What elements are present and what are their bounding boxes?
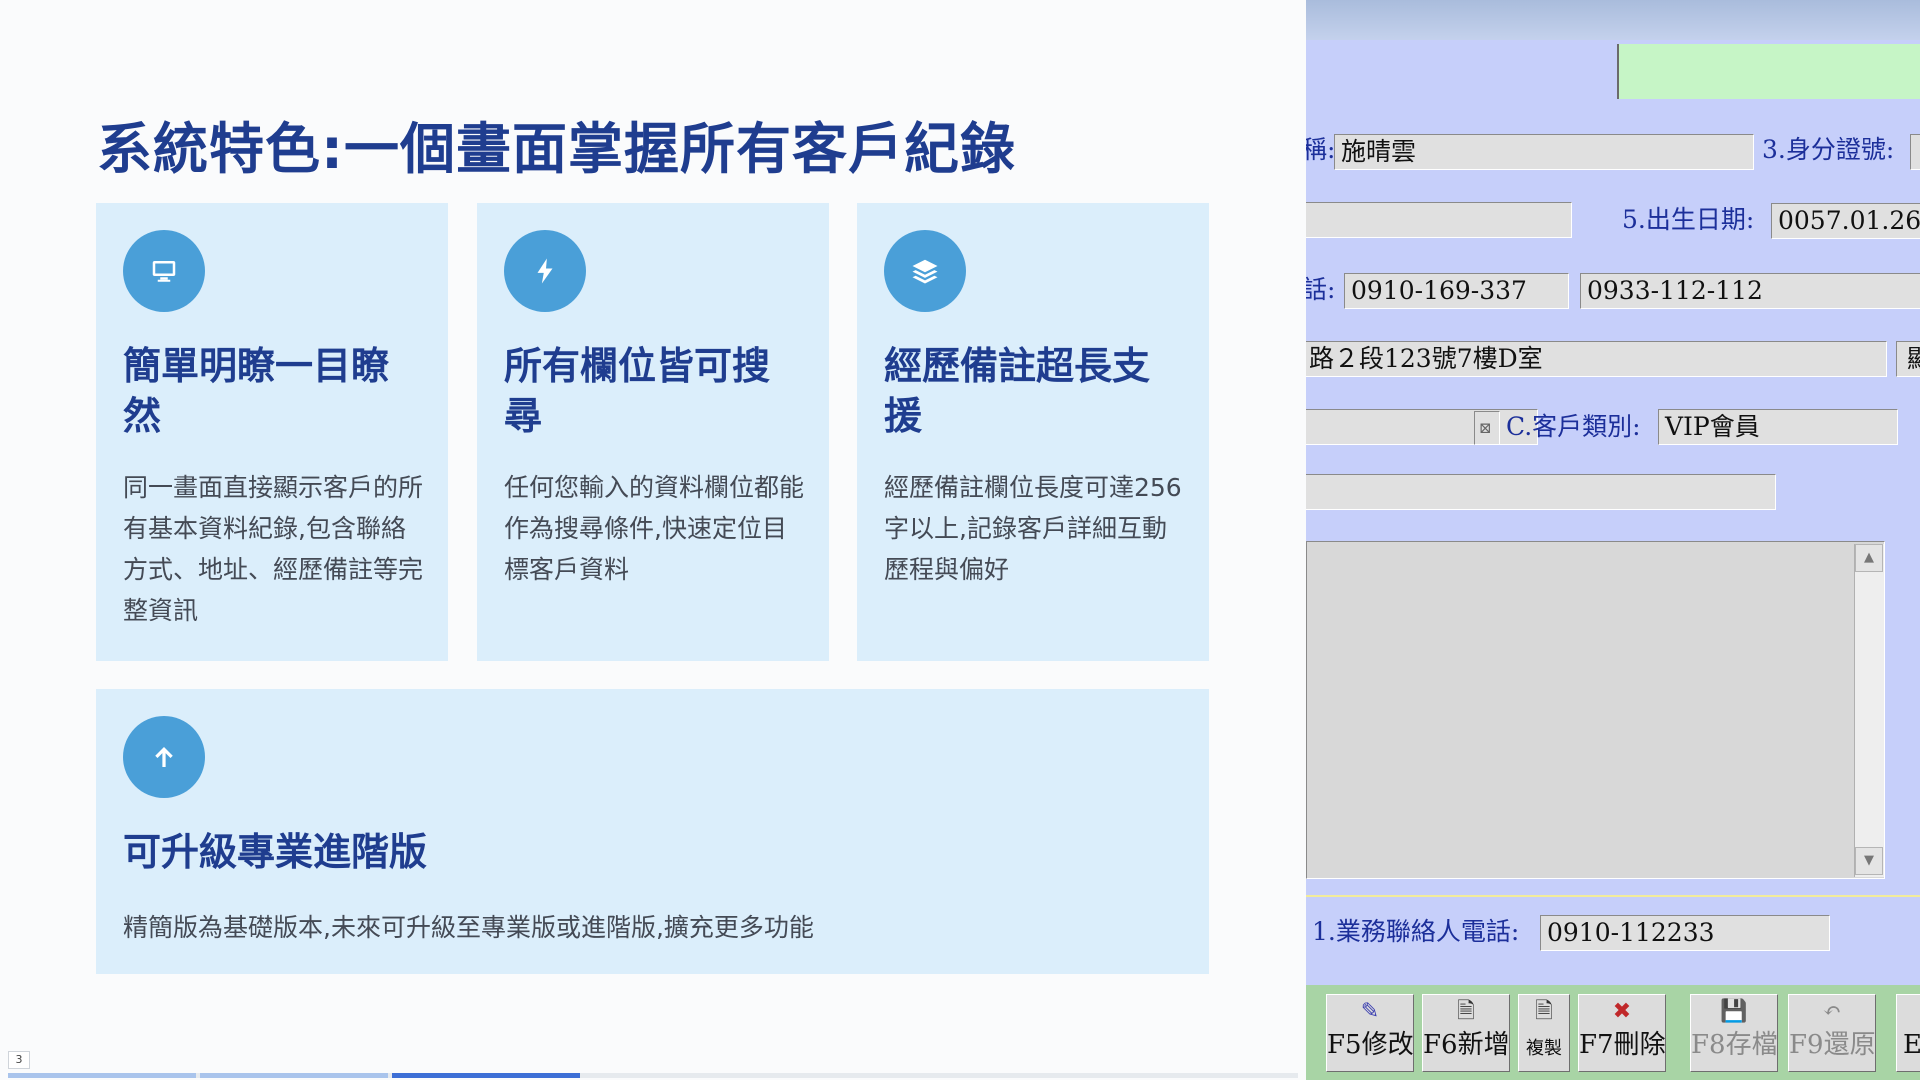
monitor-icon bbox=[123, 230, 205, 312]
exit-button[interactable]: E bbox=[1896, 994, 1920, 1072]
new-doc-icon: 🗎 bbox=[1457, 999, 1475, 1024]
slide-progress-bar[interactable] bbox=[8, 1073, 1298, 1078]
id-number-label: 3.身分證號: bbox=[1762, 135, 1895, 164]
scroll-up-icon[interactable]: ▲ bbox=[1855, 544, 1883, 572]
lightning-icon bbox=[504, 230, 586, 312]
progress-segment-current[interactable] bbox=[392, 1073, 580, 1078]
contact-phone-label: 1.業務聯絡人電話: bbox=[1312, 917, 1520, 946]
card-title: 所有欄位皆可搜尋 bbox=[504, 344, 771, 438]
customer-record-window: 稱: 施晴雲 3.身分證號: 5.出生日期: 0057.01.26 話: 091… bbox=[1306, 0, 1920, 1080]
undo-icon: ↶ bbox=[1822, 999, 1842, 1024]
card-description: 經歷備註欄位長度可達256字以上,記錄客戶詳細互動歷程與偏好 bbox=[884, 473, 1182, 584]
customer-type-field[interactable]: VIP會員 bbox=[1658, 409, 1898, 445]
card-description: 同一畫面直接顯示客戶的所有基本資料紀錄,包含聯絡方式、地址、經歷備註等完整資訊 bbox=[123, 473, 424, 625]
history-notes-textarea[interactable] bbox=[1306, 541, 1885, 879]
name-field[interactable]: 施晴雲 bbox=[1334, 134, 1754, 170]
exit-icon bbox=[1897, 995, 1920, 1027]
save-button[interactable]: 💾 F8存檔 bbox=[1690, 994, 1778, 1072]
card-description: 任何您輸入的資料欄位都能作為搜尋條件,快速定位目標客戶資料 bbox=[504, 473, 805, 584]
feature-card-notes: 經歷備註超長支援 經歷備註欄位長度可達256字以上,記錄客戶詳細互動歷程與偏好 bbox=[857, 203, 1209, 661]
phone-label: 話: bbox=[1306, 275, 1336, 304]
id-number-field[interactable] bbox=[1910, 134, 1920, 170]
divider bbox=[1306, 895, 1920, 897]
undo-button[interactable]: ↶ F9還原 bbox=[1788, 994, 1876, 1072]
feature-card-search: 所有欄位皆可搜尋 任何您輸入的資料欄位都能作為搜尋條件,快速定位目標客戶資料 bbox=[477, 203, 829, 661]
copy-button[interactable]: 🗎 複製 bbox=[1518, 994, 1570, 1072]
card-title: 簡單明瞭一目瞭然 bbox=[123, 344, 390, 438]
contact-phone-field[interactable]: 0910-112233 bbox=[1540, 915, 1830, 951]
birth-date-field[interactable]: 0057.01.26 bbox=[1771, 203, 1920, 239]
function-toolbar: ✎ F5修改 🗎 F6新增 🗎 複製 ✖ F7刪除 💾 F8存檔 ↶ F9還原 … bbox=[1306, 985, 1920, 1080]
field-row5[interactable] bbox=[1306, 409, 1538, 445]
progress-segment[interactable] bbox=[8, 1073, 196, 1078]
card-title: 可升級專業進階版 bbox=[123, 830, 428, 874]
phone2-field[interactable]: 0933-112-112 bbox=[1580, 273, 1920, 309]
birth-date-label: 5.出生日期: bbox=[1622, 205, 1755, 234]
layers-icon bbox=[884, 230, 966, 312]
customer-type-label: C.客戶類別: bbox=[1506, 412, 1641, 441]
notes-scrollbar[interactable]: ▲ ▼ bbox=[1854, 544, 1884, 877]
edit-button[interactable]: ✎ F5修改 bbox=[1326, 994, 1414, 1072]
scroll-down-icon[interactable]: ▼ bbox=[1855, 847, 1883, 875]
name-label: 稱: bbox=[1306, 135, 1336, 164]
field-row2[interactable] bbox=[1306, 202, 1572, 238]
edit-icon: ✎ bbox=[1360, 999, 1380, 1024]
address-field[interactable]: 路２段123號7樓D室 bbox=[1306, 341, 1887, 377]
field-row6[interactable] bbox=[1306, 474, 1776, 510]
slide-title: 系統特色:一個畫面掌握所有客戶紀錄 bbox=[97, 117, 1016, 181]
phone1-field[interactable]: 0910-169-337 bbox=[1344, 273, 1569, 309]
presentation-slide: 系統特色:一個畫面掌握所有客戶紀錄 簡單明瞭一目瞭然 同一畫面直接顯示客戶的所有… bbox=[0, 0, 1306, 1080]
feature-card-simple: 簡單明瞭一目瞭然 同一畫面直接顯示客戶的所有基本資料紀錄,包含聯絡方式、地址、經… bbox=[96, 203, 448, 661]
window-titlebar bbox=[1306, 0, 1920, 40]
delete-button[interactable]: ✖ F7刪除 bbox=[1578, 994, 1666, 1072]
address-button[interactable]: 顯 bbox=[1896, 341, 1920, 377]
card-title: 經歷備註超長支援 bbox=[884, 344, 1151, 438]
arrow-up-icon bbox=[123, 716, 205, 798]
dropdown-button[interactable]: ⊠ bbox=[1474, 411, 1500, 445]
new-button[interactable]: 🗎 F6新增 bbox=[1422, 994, 1510, 1072]
header-panel bbox=[1617, 44, 1920, 99]
progress-segment[interactable] bbox=[200, 1073, 388, 1078]
card-description: 精簡版為基礎版本,未來可升級至專業版或進階版,擴充更多功能 bbox=[123, 913, 814, 942]
save-icon: 💾 bbox=[1720, 999, 1748, 1024]
feature-card-upgrade: 可升級專業進階版 精簡版為基礎版本,未來可升級至專業版或進階版,擴充更多功能 bbox=[96, 689, 1209, 974]
delete-icon: ✖ bbox=[1612, 999, 1632, 1024]
copy-icon: 🗎 bbox=[1535, 999, 1553, 1024]
page-number: 3 bbox=[8, 1051, 30, 1069]
